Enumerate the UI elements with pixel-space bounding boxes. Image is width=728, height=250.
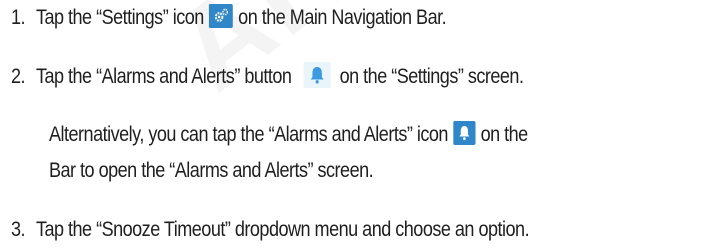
- step-number: 1.: [11, 6, 26, 29]
- step-2: 2. Tap the “Alarms and Alerts” button on …: [11, 62, 524, 90]
- step-text-after: on the “Settings” screen.: [339, 65, 524, 88]
- step-text: Bar to open the “Alarms and Alerts” scre…: [49, 159, 374, 182]
- step-text: Tap the “Alarms and Alerts” button: [35, 65, 292, 88]
- bell-icon: [303, 62, 332, 89]
- step-text: Tap the “Snooze Timeout” dropdown menu a…: [35, 218, 530, 241]
- step-number: 3.: [11, 218, 26, 241]
- instruction-page: ARTISCH 1.Tap the “Settings” icon on the…: [0, 0, 728, 250]
- step-3: 3. Tap the “Snooze Timeout” dropdown menu…: [11, 217, 530, 243]
- step-text-after: on the Main Navigation Bar.: [238, 6, 447, 29]
- gear-icon: [208, 4, 234, 29]
- bell-icon: [453, 121, 476, 146]
- step-number: 2.: [11, 65, 26, 88]
- step-text: Alternatively, you can tap the “Alarms a…: [49, 123, 448, 146]
- step-2-alternative: Alternatively, you can tap the “Alarms a…: [49, 121, 529, 148]
- step-1: 1. Tap the “Settings” icon on the Main Na…: [11, 4, 447, 31]
- step-2-alternative-continuation: Bar to open the “Alarms and Alerts” scre…: [49, 158, 374, 184]
- step-text: Tap the “Settings” icon: [35, 6, 204, 29]
- step-text-after: on the: [480, 123, 529, 146]
